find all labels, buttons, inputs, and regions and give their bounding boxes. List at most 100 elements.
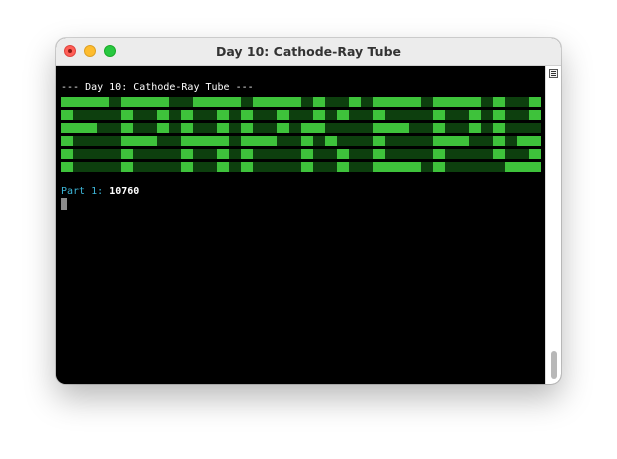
crt-pixel-dark <box>133 162 145 172</box>
crt-pixel-dark <box>361 123 373 133</box>
crt-pixel-dark <box>481 149 493 159</box>
crt-pixel-dark <box>205 162 217 172</box>
vertical-scrollbar[interactable] <box>545 66 561 384</box>
crt-pixel-lit <box>529 149 541 159</box>
crt-pixel-lit <box>289 97 301 107</box>
crt-pixel-dark <box>301 110 313 120</box>
crt-pixel-dark <box>493 162 505 172</box>
crt-pixel-lit <box>385 97 397 107</box>
crt-pixel-dark <box>421 162 433 172</box>
crt-pixel-dark <box>133 110 145 120</box>
crt-pixel-dark <box>289 136 301 146</box>
crt-pixel-dark <box>325 162 337 172</box>
crt-pixel-dark <box>181 97 193 107</box>
crt-pixel-dark <box>169 136 181 146</box>
crt-pixel-dark <box>361 110 373 120</box>
crt-pixel-dark <box>361 136 373 146</box>
crt-pixel-dark <box>241 97 253 107</box>
crt-pixel-dark <box>505 123 517 133</box>
crt-pixel-dark <box>253 123 265 133</box>
crt-pixel-dark <box>193 123 205 133</box>
crt-pixel-lit <box>301 123 313 133</box>
crt-pixel-lit <box>529 110 541 120</box>
crt-pixel-dark <box>169 149 181 159</box>
crt-pixel-dark <box>397 136 409 146</box>
crt-pixel-lit <box>121 123 133 133</box>
window-title: Day 10: Cathode-Ray Tube <box>215 44 401 59</box>
crt-pixel-lit <box>181 149 193 159</box>
crt-pixel-dark <box>313 136 325 146</box>
crt-pixel-lit <box>61 123 73 133</box>
crt-pixel-dark <box>469 162 481 172</box>
crt-pixel-lit <box>313 123 325 133</box>
crt-pixel-dark <box>73 136 85 146</box>
crt-pixel-dark <box>73 110 85 120</box>
terminal-view[interactable]: --- Day 10: Cathode-Ray Tube --- Part 1:… <box>56 66 545 384</box>
crt-pixel-dark <box>109 110 121 120</box>
title-bar[interactable]: Day 10: Cathode-Ray Tube <box>56 38 561 66</box>
crt-pixel-dark <box>505 136 517 146</box>
crt-pixel-lit <box>493 123 505 133</box>
crt-pixel-dark <box>85 162 97 172</box>
crt-pixel-lit <box>409 162 421 172</box>
crt-pixel-dark <box>361 149 373 159</box>
crt-pixel-dark <box>229 149 241 159</box>
scroll-thumb[interactable] <box>551 351 557 379</box>
crt-pixel-dark <box>517 97 529 107</box>
crt-pixel-lit <box>61 162 73 172</box>
crt-row <box>61 110 541 120</box>
crt-pixel-dark <box>457 110 469 120</box>
crt-pixel-dark <box>265 110 277 120</box>
list-icon[interactable] <box>549 69 558 78</box>
crt-pixel-dark <box>145 162 157 172</box>
crt-row <box>61 97 541 107</box>
crt-pixel-lit <box>373 110 385 120</box>
crt-pixel-lit <box>157 97 169 107</box>
crt-pixel-dark <box>109 123 121 133</box>
crt-pixel-lit <box>229 97 241 107</box>
crt-pixel-lit <box>493 149 505 159</box>
crt-pixel-lit <box>385 123 397 133</box>
crt-pixel-dark <box>469 149 481 159</box>
crt-pixel-dark <box>385 136 397 146</box>
crt-pixel-dark <box>505 110 517 120</box>
part-1-label: Part 1: <box>61 186 104 197</box>
crt-pixel-lit <box>241 149 253 159</box>
crt-pixel-lit <box>517 162 529 172</box>
crt-pixel-lit <box>529 162 541 172</box>
crt-pixel-dark <box>73 162 85 172</box>
crt-pixel-lit <box>337 110 349 120</box>
crt-pixel-dark <box>481 110 493 120</box>
crt-pixel-dark <box>229 110 241 120</box>
crt-pixel-dark <box>205 123 217 133</box>
crt-pixel-lit <box>469 110 481 120</box>
crt-pixel-lit <box>241 162 253 172</box>
crt-pixel-lit <box>373 97 385 107</box>
crt-pixel-lit <box>217 162 229 172</box>
crt-pixel-dark <box>169 162 181 172</box>
crt-pixel-dark <box>445 162 457 172</box>
crt-pixel-dark <box>349 149 361 159</box>
crt-pixel-lit <box>433 162 445 172</box>
crt-pixel-dark <box>409 110 421 120</box>
crt-pixel-dark <box>421 149 433 159</box>
crt-pixel-lit <box>493 97 505 107</box>
crt-pixel-lit <box>397 97 409 107</box>
crt-pixel-lit <box>253 136 265 146</box>
crt-pixel-dark <box>505 149 517 159</box>
crt-pixel-dark <box>145 110 157 120</box>
crt-pixel-lit <box>181 136 193 146</box>
crt-pixel-dark <box>337 136 349 146</box>
crt-pixel-lit <box>217 123 229 133</box>
crt-pixel-lit <box>469 97 481 107</box>
crt-pixel-lit <box>313 110 325 120</box>
crt-pixel-dark <box>97 136 109 146</box>
crt-pixel-dark <box>349 162 361 172</box>
crt-pixel-dark <box>97 110 109 120</box>
crt-pixel-lit <box>265 97 277 107</box>
crt-pixel-lit <box>121 110 133 120</box>
crt-row <box>61 123 541 133</box>
crt-pixel-lit <box>73 97 85 107</box>
crt-pixel-dark <box>289 149 301 159</box>
crt-pixel-lit <box>85 97 97 107</box>
